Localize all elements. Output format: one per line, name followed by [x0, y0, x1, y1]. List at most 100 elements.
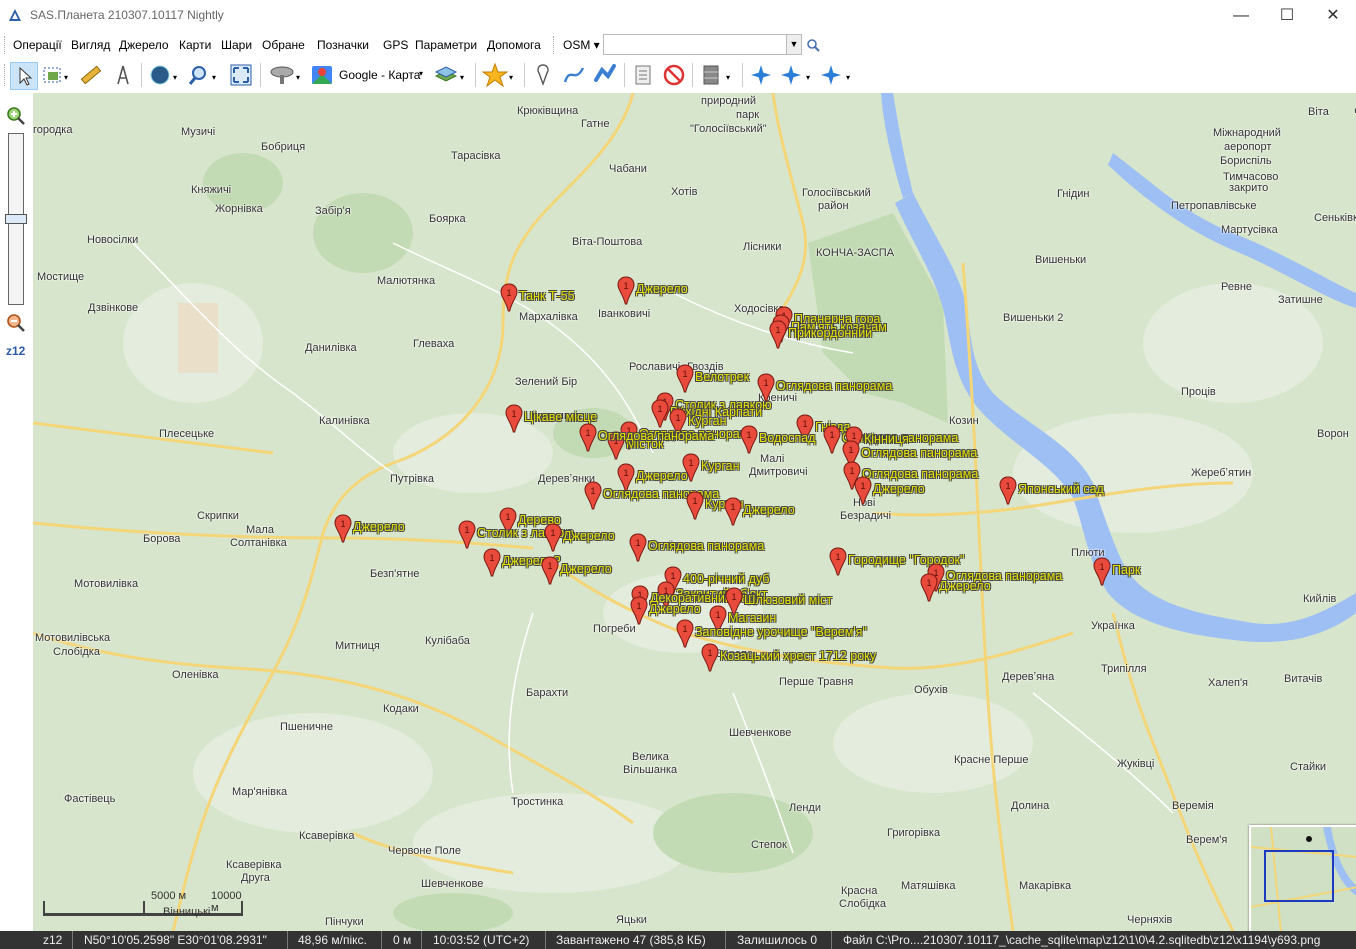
menu-placemarks[interactable]: Позначки: [317, 38, 369, 52]
search-source-select[interactable]: OSM ▾: [563, 38, 600, 52]
placemark-pin-icon[interactable]: 1: [629, 533, 647, 562]
placemark-label: Городище "Городок": [848, 553, 965, 567]
zoom-slider-thumb[interactable]: [5, 214, 27, 224]
place-label: Іванковичі: [598, 308, 651, 320]
place-label: Мотовилівська: [35, 632, 111, 644]
placemark-pin-icon[interactable]: 1: [724, 497, 742, 526]
place-label: Вишеньки 2: [1003, 312, 1064, 324]
placemark-label: Джерело: [636, 282, 688, 296]
svg-text:▾: ▾: [296, 73, 300, 82]
hide-placemarks-button[interactable]: [661, 62, 687, 88]
map-type-select[interactable]: Google - Карта ▾: [309, 62, 429, 88]
gps-button[interactable]: [748, 62, 774, 88]
zoom-out-icon[interactable]: [6, 313, 26, 333]
menu-settings[interactable]: Параметри: [415, 38, 477, 52]
menu-source[interactable]: Джерело: [119, 38, 169, 52]
ruler-icon: [80, 65, 102, 85]
status-coordinates: N50°10'05.2598" E30°01'08.2931": [84, 933, 267, 947]
edit-tool-button[interactable]: [110, 62, 136, 88]
place-label: Жорнівка: [215, 203, 263, 215]
placemark-pin-icon[interactable]: 1: [500, 283, 518, 312]
maximize-button[interactable]: ☐: [1264, 0, 1310, 31]
placemark-list-button[interactable]: [630, 62, 656, 88]
select-area-button[interactable]: ▾: [40, 62, 72, 88]
placemark-pin-icon[interactable]: 1: [999, 476, 1017, 505]
ruler-button[interactable]: [78, 62, 104, 88]
layers-button[interactable]: ▾: [432, 62, 470, 88]
place-label: Путрівка: [390, 473, 435, 485]
placemark-pin-icon[interactable]: 1: [584, 481, 602, 510]
placemark-pin-icon[interactable]: 1: [823, 425, 841, 454]
search-icon[interactable]: [806, 38, 820, 52]
placemark-pin-icon[interactable]: 1: [920, 573, 938, 602]
menu-favorites[interactable]: Обране: [262, 38, 305, 52]
toolbar-grip: [4, 64, 8, 86]
placemark-pin-icon[interactable]: 1: [769, 320, 787, 349]
place-label: Музичі: [181, 126, 216, 138]
pointer-tool-button[interactable]: [10, 62, 38, 90]
placemark-pin-icon[interactable]: 1: [505, 404, 523, 433]
scale-label-5km: 5000 м: [151, 890, 187, 902]
menu-gps[interactable]: GPS: [383, 38, 408, 52]
search-dropdown-icon[interactable]: ▼: [786, 35, 801, 54]
fullscreen-button[interactable]: [228, 62, 254, 88]
overview-minimap[interactable]: [1249, 825, 1356, 931]
place-label: Зелений Бір: [515, 376, 578, 388]
add-path-button[interactable]: [561, 62, 587, 88]
place-label: Витачів: [1284, 673, 1323, 685]
place-label: Малі: [760, 453, 785, 465]
placemark-pin-icon[interactable]: 1: [579, 423, 597, 452]
add-polygon-button[interactable]: [592, 62, 618, 88]
place-label: Проців: [1181, 386, 1216, 398]
placemark-pin-icon[interactable]: 1: [701, 643, 719, 672]
globe-button[interactable]: ▾: [147, 62, 183, 88]
placemark-pin-icon[interactable]: 1: [676, 364, 694, 393]
place-label: Мала: [246, 524, 274, 536]
placemark-pin-icon[interactable]: 1: [541, 556, 559, 585]
menu-layers[interactable]: Шари: [221, 38, 252, 52]
svg-text:1: 1: [707, 648, 712, 658]
search-input[interactable]: ▼: [603, 34, 802, 55]
placemark-pin-icon[interactable]: 1: [651, 399, 669, 428]
placemark-pin-icon[interactable]: 1: [740, 425, 758, 454]
placemark-pin-icon[interactable]: 1: [829, 547, 847, 576]
add-point-button[interactable]: [530, 62, 556, 88]
placemark-label: Оглядова панорама: [598, 429, 715, 443]
placemark-pin-icon[interactable]: 1: [483, 548, 501, 577]
placemark-pin-icon[interactable]: 1: [686, 491, 704, 520]
zoom-button[interactable]: ▾: [186, 62, 222, 88]
placemark-pin-icon[interactable]: 1: [617, 276, 635, 305]
toolbar-separator: [624, 63, 625, 87]
placemark-pin-icon[interactable]: 1: [676, 619, 694, 648]
favorites-button[interactable]: ▾: [481, 62, 519, 88]
satellite-button[interactable]: ▾: [268, 62, 306, 88]
place-label: "Голосіївський": [690, 123, 767, 135]
status-time: 10:03:52 (UTC+2): [433, 933, 530, 947]
place-label: Слобідка: [839, 898, 886, 910]
place-label: Бориспіль: [1220, 155, 1272, 167]
menu-help[interactable]: Допомога: [487, 38, 541, 52]
place-label: Ксаверівка: [299, 830, 355, 842]
close-button[interactable]: ✕: [1310, 0, 1356, 31]
placemark-pin-icon[interactable]: 1: [1093, 557, 1111, 586]
menu-operations[interactable]: Операції: [13, 38, 62, 52]
cache-button[interactable]: ▾: [698, 62, 738, 88]
svg-text:1: 1: [547, 561, 552, 571]
zoom-slider[interactable]: [5, 133, 27, 305]
place-label: Халеп'я: [1208, 677, 1249, 689]
zoom-in-icon[interactable]: [6, 106, 26, 126]
minimize-button[interactable]: —: [1218, 0, 1264, 31]
menu-view[interactable]: Вигляд: [71, 38, 110, 52]
placemark-pin-icon[interactable]: 1: [458, 520, 476, 549]
menu-maps[interactable]: Карти: [179, 38, 211, 52]
map-view[interactable]: Крюківщина Гатне природний парк "Голосіївськ…: [33, 93, 1356, 931]
placemark-label: Джерело: [743, 503, 795, 517]
gps-settings-button[interactable]: ▾: [818, 62, 856, 88]
gps-track-button[interactable]: ▾: [778, 62, 816, 88]
cursor-icon: [19, 66, 33, 86]
placemark-pin-icon[interactable]: 1: [854, 476, 872, 505]
place-label: Шевченкове: [729, 727, 792, 739]
placemark-pin-icon[interactable]: 1: [544, 523, 562, 552]
placemark-pin-icon[interactable]: 1: [630, 596, 648, 625]
placemark-pin-icon[interactable]: 1: [334, 514, 352, 543]
